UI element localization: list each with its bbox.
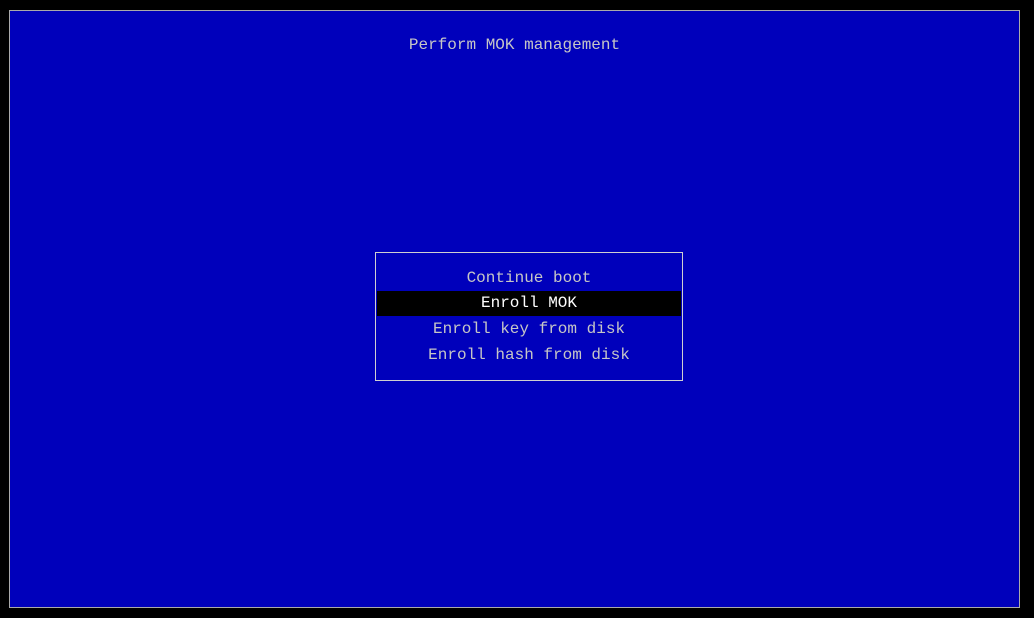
menu-item-enroll-key-from-disk[interactable]: Enroll key from disk — [377, 317, 681, 342]
menu-item-continue-boot[interactable]: Continue boot — [377, 266, 681, 291]
mok-menu: Continue boot Enroll MOK Enroll key from… — [375, 252, 683, 381]
mok-manager-screen: Perform MOK management Continue boot Enr… — [0, 0, 1034, 618]
mok-manager-frame: Perform MOK management Continue boot Enr… — [9, 10, 1020, 608]
page-title: Perform MOK management — [408, 36, 621, 54]
menu-item-enroll-hash-from-disk[interactable]: Enroll hash from disk — [377, 343, 681, 368]
menu-item-enroll-mok[interactable]: Enroll MOK — [377, 291, 681, 316]
